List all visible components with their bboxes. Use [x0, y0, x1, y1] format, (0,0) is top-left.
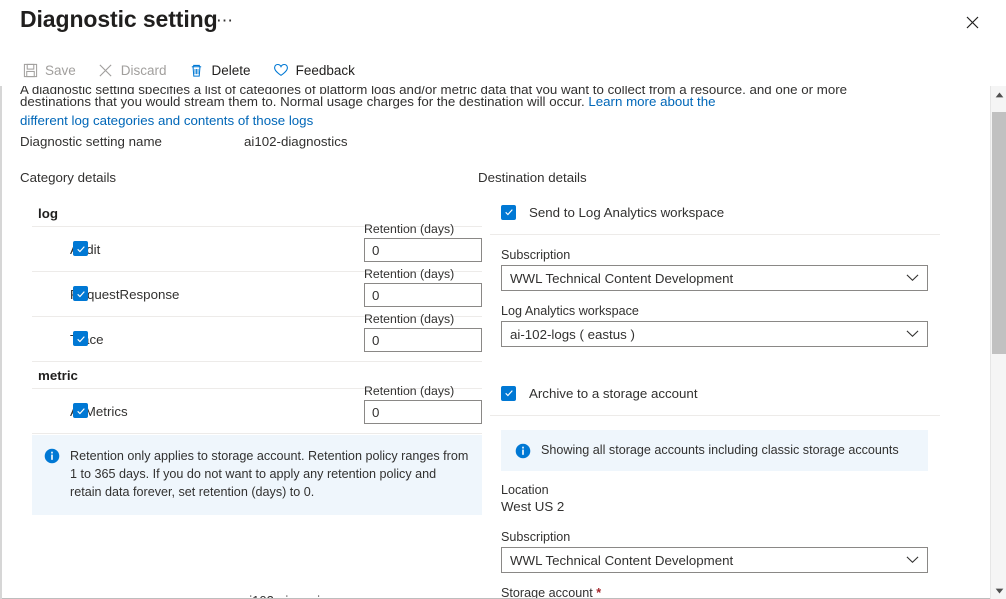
save-icon: [22, 62, 38, 78]
checkbox-audit[interactable]: [73, 241, 88, 256]
log-analytics-checkbox-row: Send to Log Analytics workspace: [490, 200, 940, 224]
log-analytics-workspace-select[interactable]: ai-102-logs ( eastus ): [501, 321, 928, 347]
checkbox-archive-to-storage[interactable]: [501, 385, 516, 401]
command-bar: Save Discard Delete Feedback: [20, 58, 375, 82]
divider: [32, 433, 482, 434]
discard-label: Discard: [120, 62, 167, 78]
storage-info-box: Showing all storage accounts including c…: [501, 430, 928, 471]
retention-label-audit: Retention (days): [364, 222, 455, 236]
delete-button[interactable]: Delete: [187, 58, 262, 82]
checkbox-trace[interactable]: [73, 331, 88, 346]
storage-location-value: West US 2: [501, 499, 565, 514]
category-row-trace: Trace Retention (days): [32, 312, 482, 361]
retention-input-audit[interactable]: [364, 238, 482, 262]
feedback-button[interactable]: Feedback: [271, 58, 366, 82]
scrollbar-down-button[interactable]: [991, 582, 1006, 599]
check-icon: [76, 290, 85, 297]
save-button[interactable]: Save: [20, 58, 87, 82]
checkbox-send-to-log-analytics[interactable]: [501, 204, 516, 220]
checkbox-allmetrics[interactable]: [73, 403, 88, 418]
category-details-heading: Category details: [20, 170, 117, 185]
log-analytics-checkbox-label: Send to Log Analytics workspace: [529, 204, 725, 220]
checkbox-requestresponse[interactable]: [73, 286, 88, 301]
close-icon: [966, 16, 978, 28]
storage-checkbox-row: Archive to a storage account: [490, 381, 940, 405]
retention-label-requestresponse: Retention (days): [364, 267, 455, 281]
retention-label-allmetrics: Retention (days): [364, 384, 455, 398]
check-icon: [76, 335, 85, 342]
destination-details-panel: Send to Log Analytics workspace Subscrip…: [490, 200, 940, 599]
storage-info-text: Showing all storage accounts including c…: [541, 443, 899, 457]
retention-info-box: Retention only applies to storage accoun…: [32, 435, 482, 515]
delete-icon: [189, 62, 205, 78]
scrollbar-thumb[interactable]: [992, 112, 1006, 354]
feedback-icon: [273, 62, 289, 78]
chevron-down-icon: [906, 274, 919, 282]
check-icon: [76, 407, 85, 414]
more-options-button[interactable]: ⋯: [216, 11, 234, 31]
discard-button[interactable]: Discard: [96, 58, 178, 82]
storage-checkbox-label: Archive to a storage account: [529, 385, 698, 401]
retention-label-trace: Retention (days): [364, 312, 455, 326]
destination-details-heading: Destination details: [478, 170, 587, 185]
caret-up-icon: [995, 92, 1003, 97]
log-analytics-subscription-label: Subscription: [501, 248, 571, 262]
check-icon: [76, 245, 85, 252]
storage-subscription-label: Subscription: [501, 530, 571, 544]
category-row-allmetrics: AllMetrics Retention (days): [32, 384, 482, 433]
category-details-panel: log Audit Retention (days): [32, 200, 482, 515]
blade-header: Diagnostic setting ⋯ Save Discard Delete…: [0, 0, 1006, 86]
retention-input-requestresponse[interactable]: [364, 283, 482, 307]
storage-subscription-value: WWL Technical Content Development: [510, 552, 734, 568]
save-label: Save: [45, 62, 76, 78]
divider: [490, 234, 940, 235]
feedback-label: Feedback: [295, 62, 355, 78]
log-analytics-workspace-value: ai-102-logs ( eastus ): [510, 326, 635, 342]
divider: [490, 415, 940, 416]
chevron-down-icon: [906, 330, 919, 338]
delete-label: Delete: [211, 62, 251, 78]
vertical-scrollbar[interactable]: [990, 86, 1006, 599]
retention-input-allmetrics[interactable]: [364, 400, 482, 424]
retention-block-audit: Retention (days): [364, 222, 482, 262]
log-analytics-subscription-field: Subscription WWL Technical Content Devel…: [490, 248, 940, 291]
category-row-requestresponse: RequestResponse Retention (days): [32, 267, 482, 316]
chevron-down-icon: [906, 556, 919, 564]
diagnostic-setting-name-value: ai102-diagnostics: [244, 134, 348, 149]
log-analytics-subscription-value: WWL Technical Content Development: [510, 270, 734, 286]
check-icon: [504, 209, 513, 216]
storage-subscription-field: Subscription WWL Technical Content Devel…: [490, 530, 940, 573]
description-body: destinations that you would stream them …: [20, 94, 589, 109]
info-icon: [44, 448, 60, 464]
retention-info-text: Retention only applies to storage accoun…: [70, 449, 469, 499]
diagnostic-setting-blade: Diagnostic setting ⋯ Save Discard Delete…: [0, 0, 1006, 599]
close-button[interactable]: [955, 6, 989, 38]
storage-location-field: Location West US 2: [490, 483, 940, 514]
caret-down-icon: [995, 588, 1003, 593]
discard-icon: [98, 62, 114, 78]
info-icon: [515, 443, 531, 459]
blade-content: A diagnostic setting specifies a list of…: [2, 86, 990, 599]
retention-block-allmetrics: Retention (days): [364, 384, 482, 424]
diagnostic-setting-name-label: Diagnostic setting name: [20, 134, 162, 149]
storage-subscription-select[interactable]: WWL Technical Content Development: [501, 547, 928, 573]
retention-input-trace[interactable]: [364, 328, 482, 352]
scrollbar-up-button[interactable]: [991, 86, 1006, 103]
storage-location-label: Location: [501, 483, 549, 497]
log-analytics-subscription-select[interactable]: WWL Technical Content Development: [501, 265, 928, 291]
retention-block-requestresponse: Retention (days): [364, 267, 482, 307]
check-icon: [504, 390, 513, 397]
retention-block-trace: Retention (days): [364, 312, 482, 352]
log-analytics-workspace-field: Log Analytics workspace ai-102-logs ( ea…: [490, 304, 940, 347]
description-text: destinations that you would stream them …: [20, 92, 720, 130]
log-analytics-workspace-label: Log Analytics workspace: [501, 304, 639, 318]
category-row-audit: Audit Retention (days): [32, 222, 482, 271]
page-title: Diagnostic setting: [20, 6, 218, 32]
